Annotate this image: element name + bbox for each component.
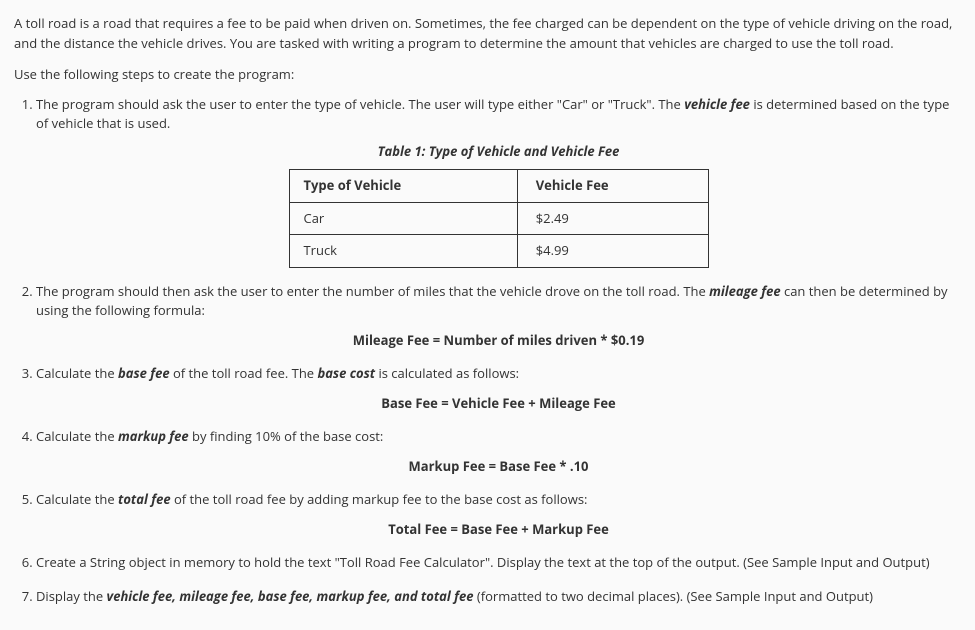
intro-paragraph: A toll road is a road that requires a fe… — [14, 14, 961, 53]
step1-term: vehicle fee — [684, 95, 750, 113]
step3-text-a: Calculate the — [36, 364, 118, 382]
table-title: Table 1: Type of Vehicle and Vehicle Fee — [36, 142, 961, 162]
step3-term-a: base fee — [118, 364, 170, 382]
table-header-type: Type of Vehicle — [289, 170, 517, 203]
step-5: Calculate the total fee of the toll road… — [36, 490, 961, 539]
table-row: Truck $4.99 — [289, 235, 708, 268]
table-cell-type: Truck — [289, 235, 517, 268]
steps-intro: Use the following steps to create the pr… — [14, 65, 961, 85]
formula-total: Total Fee = Base Fee + Markup Fee — [36, 520, 961, 540]
step-3: Calculate the base fee of the toll road … — [36, 364, 961, 413]
formula-markup: Markup Fee = Base Fee * .10 — [36, 457, 961, 477]
vehicle-fee-table: Type of Vehicle Vehicle Fee Car $2.49 Tr… — [289, 169, 709, 268]
step-1: The program should ask the user to enter… — [36, 95, 961, 268]
table-header-fee: Vehicle Fee — [517, 170, 708, 203]
step-6: Create a String object in memory to hold… — [36, 553, 961, 573]
step5-text-a: Calculate the — [36, 490, 118, 508]
table-header-row: Type of Vehicle Vehicle Fee — [289, 170, 708, 203]
step5-term: total fee — [118, 490, 171, 508]
step4-text-b: by finding 10% of the base cost: — [189, 427, 384, 445]
step4-text-a: Calculate the — [36, 427, 118, 445]
step1-text-a: The program should ask the user to enter… — [36, 95, 684, 113]
step-7: Display the vehicle fee, mileage fee, ba… — [36, 587, 961, 607]
formula-mileage: Mileage Fee = Number of miles driven * $… — [36, 331, 961, 351]
step7-text-a: Display the — [36, 587, 107, 605]
step7-term: vehicle fee, mileage fee, base fee, mark… — [107, 587, 474, 605]
step2-term: mileage fee — [709, 282, 780, 300]
step5-text-b: of the toll road fee by adding markup fe… — [171, 490, 588, 508]
table-cell-fee: $4.99 — [517, 235, 708, 268]
step4-term: markup fee — [118, 427, 189, 445]
step3-term-b: base cost — [317, 364, 375, 382]
table-cell-type: Car — [289, 202, 517, 235]
table-cell-fee: $2.49 — [517, 202, 708, 235]
step-4: Calculate the markup fee by finding 10% … — [36, 427, 961, 476]
step3-text-b: of the toll road fee. The — [170, 364, 318, 382]
step-2: The program should then ask the user to … — [36, 282, 961, 351]
formula-base: Base Fee = Vehicle Fee + Mileage Fee — [36, 394, 961, 414]
table-row: Car $2.49 — [289, 202, 708, 235]
step7-text-b: (formatted to two decimal places). (See … — [473, 587, 873, 605]
step3-text-c: is calculated as follows: — [375, 364, 519, 382]
steps-list: The program should ask the user to enter… — [36, 95, 961, 607]
step2-text-a: The program should then ask the user to … — [36, 282, 709, 300]
